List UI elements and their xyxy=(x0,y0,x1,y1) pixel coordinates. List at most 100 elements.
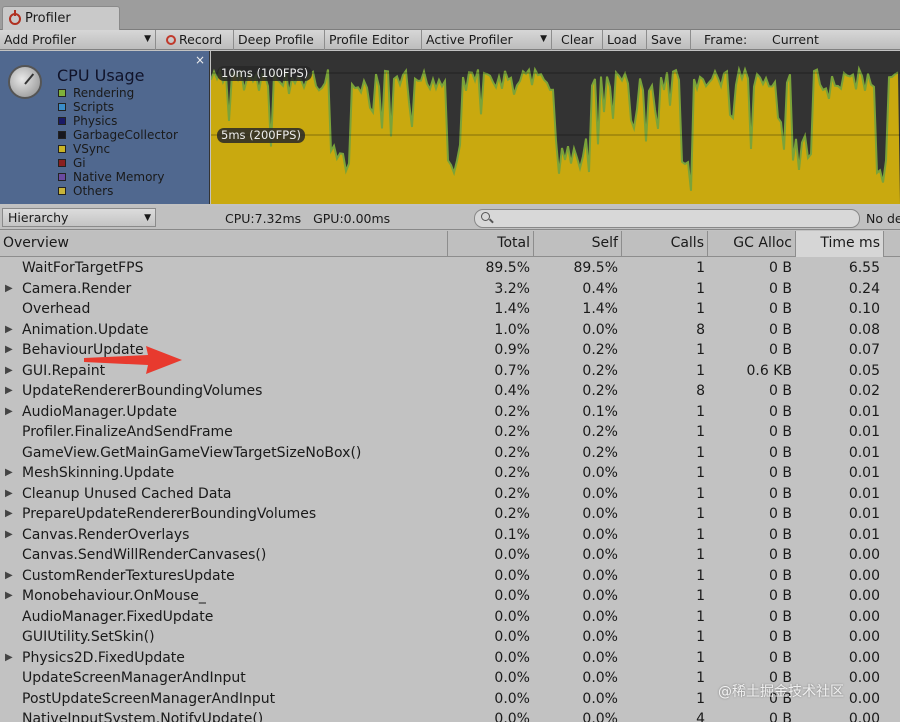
profiler-tab[interactable]: Profiler xyxy=(2,6,120,30)
row-calls: 1 xyxy=(696,424,705,440)
column-gc-alloc[interactable]: GC Alloc xyxy=(708,231,796,257)
table-row[interactable]: NativeInputSystem.NotifyUpdate() 0.0% 0.0%… xyxy=(0,709,900,722)
table-row[interactable]: Overhead 1.4% 1.4% 1 0 B 0.10 xyxy=(0,299,900,320)
column-self[interactable]: Self xyxy=(534,231,622,257)
row-time: 0.01 xyxy=(848,403,880,420)
hierarchy-view-dropdown[interactable]: Hierarchy ▼ xyxy=(2,208,156,227)
current-frame-button[interactable]: Current xyxy=(768,30,823,50)
dropdown-arrow-icon: ▼ xyxy=(540,34,547,44)
legend-item[interactable]: Others xyxy=(58,184,178,198)
expand-arrow-icon[interactable]: ▶ xyxy=(5,361,13,382)
row-gc: 0 B xyxy=(769,588,792,604)
row-total: 0.2% xyxy=(494,424,530,440)
row-name: PrepareUpdateRendererBoundingVolumes xyxy=(22,506,317,522)
active-profiler-dropdown[interactable]: Active Profiler ▼ xyxy=(422,30,552,50)
legend-swatch xyxy=(58,145,66,153)
legend-item[interactable]: Physics xyxy=(58,114,178,128)
row-self: 1.4% xyxy=(582,301,618,317)
legend-item[interactable]: GarbageCollector xyxy=(58,128,178,142)
column-calls[interactable]: Calls xyxy=(622,231,708,257)
table-row[interactable]: GameView.GetMainGameViewTargetSizeNoBox(… xyxy=(0,443,900,464)
legend-item[interactable]: Gi xyxy=(58,156,178,170)
row-calls: 1 xyxy=(696,465,705,481)
profiler-tab-label: Profiler xyxy=(25,11,71,26)
row-total: 0.9% xyxy=(494,342,530,358)
row-calls: 1 xyxy=(696,649,705,666)
table-row[interactable]: ▶ PrepareUpdateRendererBoundingVolumes 0.2… xyxy=(0,504,900,525)
row-self: 0.0% xyxy=(582,649,618,666)
expand-arrow-icon[interactable]: ▶ xyxy=(5,340,13,361)
row-total: 0.0% xyxy=(494,711,530,722)
expand-arrow-icon[interactable]: ▶ xyxy=(5,484,13,505)
window-tab-bar: Profiler xyxy=(0,0,900,30)
cpu-usage-panel[interactable]: CPU Usage × Rendering Scripts Physics Garba… xyxy=(0,51,210,204)
table-row[interactable]: AudioManager.FixedUpdate 0.0% 0.0% 1 0 B 0.00 xyxy=(0,607,900,628)
row-gc: 0 B xyxy=(769,342,792,358)
save-button[interactable]: Save xyxy=(647,30,691,50)
row-self: 0.0% xyxy=(582,588,618,604)
row-self: 0.2% xyxy=(582,424,618,440)
expand-arrow-icon[interactable]: ▶ xyxy=(5,586,13,607)
legend-item[interactable]: Scripts xyxy=(58,100,178,114)
column-total[interactable]: Total xyxy=(448,231,534,257)
table-row[interactable]: ▶ CustomRenderTexturesUpdate 0.0% 0.0% 1 0 B 0… xyxy=(0,566,900,587)
row-calls: 1 xyxy=(696,526,705,543)
close-icon[interactable]: × xyxy=(195,53,205,67)
row-name: Physics2D.FixedUpdate xyxy=(22,649,185,666)
cpu-usage-graph[interactable]: 10ms (100FPS) 5ms (200FPS) xyxy=(211,51,900,204)
expand-arrow-icon[interactable]: ▶ xyxy=(5,504,13,525)
profile-editor-toggle[interactable]: Profile Editor xyxy=(325,30,422,50)
add-profiler-dropdown[interactable]: Add Profiler ▼ xyxy=(0,30,156,50)
legend-label: GarbageCollector xyxy=(73,128,178,142)
table-row[interactable]: ▶ Physics2D.FixedUpdate 0.0% 0.0% 1 0 B 0.00 xyxy=(0,648,900,669)
search-input[interactable] xyxy=(474,209,860,228)
row-name: WaitForTargetFPS xyxy=(22,260,144,276)
row-total: 0.7% xyxy=(494,362,530,379)
table-row[interactable]: ▶ UpdateRendererBoundingVolumes 0.4% 0.2% 8 0… xyxy=(0,381,900,402)
table-row[interactable]: ▶ AudioManager.Update 0.2% 0.1% 1 0 B 0.01 xyxy=(0,402,900,423)
column-time-ms[interactable]: Time ms xyxy=(796,231,884,257)
table-row[interactable]: ▶ Monobehaviour.OnMouse_ 0.0% 0.0% 1 0 B 0.00 xyxy=(0,586,900,607)
record-toggle[interactable]: Record xyxy=(162,30,234,50)
expand-arrow-icon[interactable]: ▶ xyxy=(5,566,13,587)
legend-swatch xyxy=(58,187,66,195)
table-row[interactable]: Canvas.SendWillRenderCanvases() 0.0% 0.0% 1… xyxy=(0,545,900,566)
expand-arrow-icon[interactable]: ▶ xyxy=(5,381,13,402)
expand-arrow-icon[interactable]: ▶ xyxy=(5,402,13,423)
clear-button[interactable]: Clear xyxy=(557,30,603,50)
expand-arrow-icon[interactable]: ▶ xyxy=(5,279,13,300)
load-button[interactable]: Load xyxy=(603,30,647,50)
expand-arrow-icon[interactable]: ▶ xyxy=(5,463,13,484)
row-gc: 0 B xyxy=(769,526,792,543)
table-row[interactable]: Profiler.FinalizeAndSendFrame 0.2% 0.2% 1 0 … xyxy=(0,422,900,443)
row-name: Camera.Render xyxy=(22,280,132,297)
row-calls: 1 xyxy=(696,608,705,625)
table-row[interactable]: ▶ MeshSkinning.Update 0.2% 0.0% 1 0 B 0.01 xyxy=(0,463,900,484)
table-row[interactable]: ▶ Canvas.RenderOverlays 0.1% 0.0% 1 0 B 0.01 xyxy=(0,525,900,546)
legend-item[interactable]: VSync xyxy=(58,142,178,156)
table-header: Overview Total Self Calls GC Alloc Time … xyxy=(0,231,900,257)
row-self: 0.0% xyxy=(582,526,618,543)
expand-arrow-icon[interactable]: ▶ xyxy=(5,320,13,341)
row-time: 0.24 xyxy=(848,280,880,297)
table-row[interactable]: WaitForTargetFPS 89.5% 89.5% 1 0 B 6.55 xyxy=(0,258,900,279)
table-row[interactable]: GUIUtility.SetSkin() 0.0% 0.0% 1 0 B 0.00 xyxy=(0,627,900,648)
legend-item[interactable]: Native Memory xyxy=(58,170,178,184)
row-name: MeshSkinning.Update xyxy=(22,465,175,481)
table-row[interactable]: ▶ Animation.Update 1.0% 0.0% 8 0 B 0.08 xyxy=(0,320,900,341)
row-total: 0.1% xyxy=(494,526,530,543)
deep-profile-toggle[interactable]: Deep Profile xyxy=(234,30,325,50)
row-total: 0.2% xyxy=(494,485,530,502)
legend-label: Rendering xyxy=(73,86,135,100)
row-total: 0.2% xyxy=(494,444,530,461)
expand-arrow-icon[interactable]: ▶ xyxy=(5,648,13,669)
row-gc: 0 B xyxy=(769,260,792,276)
column-overview[interactable]: Overview xyxy=(0,231,448,257)
details-dropdown[interactable]: No de xyxy=(866,211,900,226)
row-name: AudioManager.Update xyxy=(22,403,178,420)
legend-item[interactable]: Rendering xyxy=(58,86,178,100)
table-row[interactable]: ▶ Camera.Render 3.2% 0.4% 1 0 B 0.24 xyxy=(0,279,900,300)
row-name: Canvas.RenderOverlays xyxy=(22,526,190,543)
table-row[interactable]: ▶ Cleanup Unused Cached Data 0.2% 0.0% 1 0 B 0… xyxy=(0,484,900,505)
expand-arrow-icon[interactable]: ▶ xyxy=(5,525,13,546)
